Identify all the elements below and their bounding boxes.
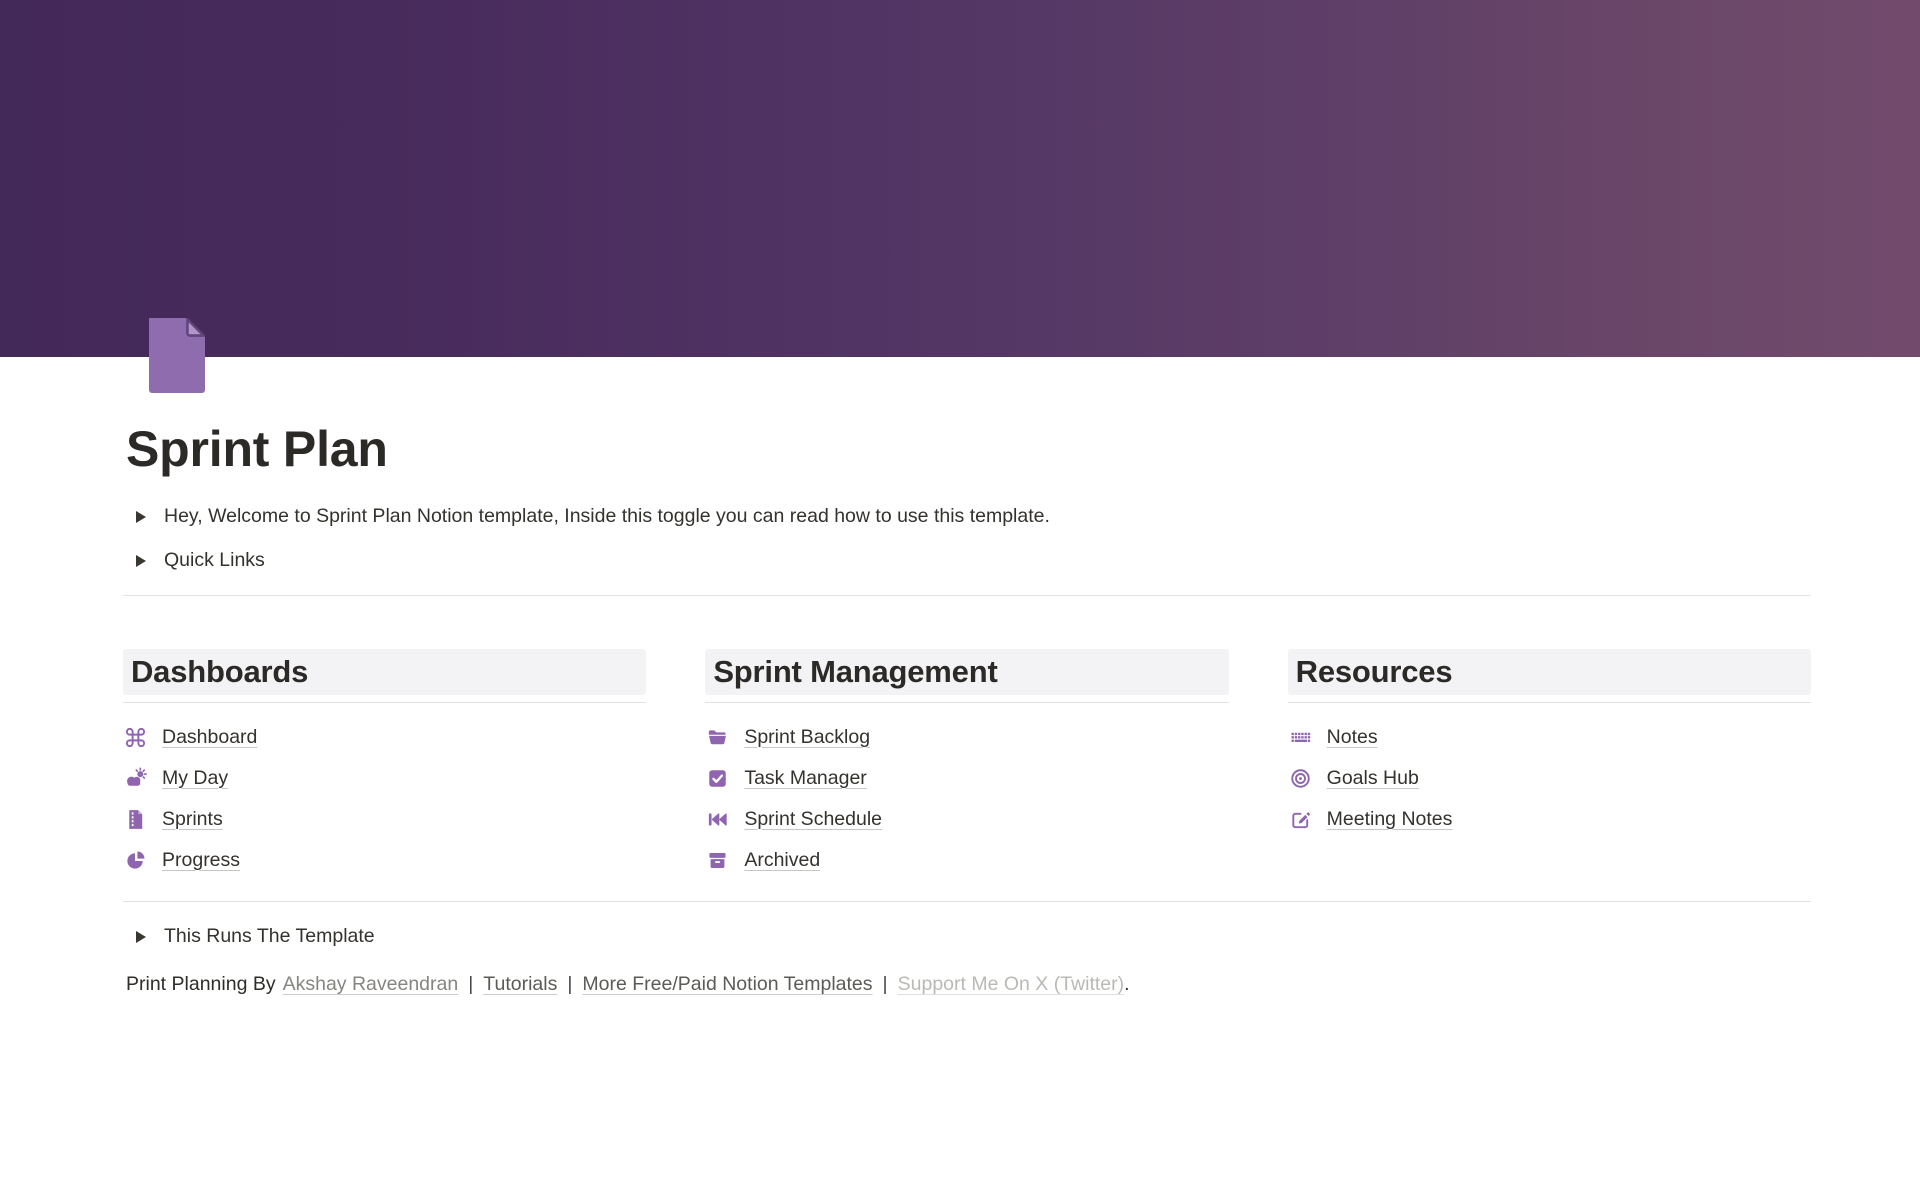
checked-checkbox-icon bbox=[705, 766, 730, 791]
link-label: Sprint Backlog bbox=[744, 726, 870, 749]
compose-edit-icon bbox=[1288, 807, 1313, 832]
link-item-goals-hub[interactable]: Goals Hub bbox=[1288, 758, 1811, 799]
rewind-icon bbox=[705, 807, 730, 832]
link-label: My Day bbox=[162, 767, 228, 790]
footer-separator: | bbox=[883, 973, 888, 996]
section-header-dashboards: Dashboards bbox=[123, 649, 646, 695]
open-folder-icon bbox=[705, 725, 730, 750]
sun-behind-cloud-icon bbox=[123, 766, 148, 791]
toggle-triangle-icon[interactable] bbox=[136, 555, 146, 567]
divider bbox=[1288, 702, 1811, 703]
footer-link-tutorials[interactable]: Tutorials bbox=[483, 973, 557, 996]
link-item-sprints[interactable]: Sprints bbox=[123, 799, 646, 840]
link-label: Notes bbox=[1327, 726, 1378, 749]
link-label: Progress bbox=[162, 849, 240, 872]
link-item-notes[interactable]: Notes bbox=[1288, 717, 1811, 758]
link-item-my-day[interactable]: My Day bbox=[123, 758, 646, 799]
command-icon bbox=[123, 725, 148, 750]
toggle-quick-links-text: Quick Links bbox=[164, 549, 265, 572]
toggle-triangle-icon[interactable] bbox=[136, 931, 146, 943]
footer-link-support-twitter[interactable]: Support Me On X (Twitter) bbox=[898, 973, 1125, 996]
link-label: Task Manager bbox=[744, 767, 866, 790]
footer-separator: | bbox=[567, 973, 572, 996]
cover-image bbox=[0, 0, 1920, 357]
footer-suffix: . bbox=[1124, 973, 1129, 996]
pie-chart-icon bbox=[123, 848, 148, 873]
column-resources: Resources Notes bbox=[1288, 649, 1811, 881]
link-label: Sprint Schedule bbox=[744, 808, 882, 831]
link-item-meeting-notes[interactable]: Meeting Notes bbox=[1288, 799, 1811, 840]
toggle-runs-template-text: This Runs The Template bbox=[164, 925, 375, 948]
toggle-runs-template[interactable]: This Runs The Template bbox=[123, 915, 1811, 959]
link-label: Sprints bbox=[162, 808, 223, 831]
toggle-welcome-text: Hey, Welcome to Sprint Plan Notion templ… bbox=[164, 505, 1050, 528]
column-dashboards: Dashboards Dashboard bbox=[123, 649, 646, 881]
link-item-progress[interactable]: Progress bbox=[123, 840, 646, 881]
divider bbox=[705, 702, 1228, 703]
section-header-resources: Resources bbox=[1288, 649, 1811, 695]
link-label: Dashboard bbox=[162, 726, 257, 749]
page-title[interactable]: Sprint Plan bbox=[126, 421, 1811, 479]
keyboard-icon bbox=[1288, 725, 1313, 750]
link-item-archived[interactable]: Archived bbox=[705, 840, 1228, 881]
link-item-dashboard[interactable]: Dashboard bbox=[123, 717, 646, 758]
columns: Dashboards Dashboard bbox=[123, 649, 1811, 881]
footer-prefix: Print Planning By bbox=[126, 973, 276, 996]
footer-separator: | bbox=[468, 973, 473, 996]
toggle-triangle-icon[interactable] bbox=[136, 511, 146, 523]
page-content: Sprint Plan Hey, Welcome to Sprint Plan … bbox=[123, 357, 1811, 1007]
target-icon bbox=[1288, 766, 1313, 791]
column-sprint-management: Sprint Management Sprint Backlog bbox=[705, 649, 1228, 881]
section-header-sprint-management: Sprint Management bbox=[705, 649, 1228, 695]
footer-link-more-templates[interactable]: More Free/Paid Notion Templates bbox=[582, 973, 872, 996]
archive-box-icon bbox=[705, 848, 730, 873]
link-item-task-manager[interactable]: Task Manager bbox=[705, 758, 1228, 799]
link-item-sprint-schedule[interactable]: Sprint Schedule bbox=[705, 799, 1228, 840]
footer-link-akshay-raveendran[interactable]: Akshay Raveendran bbox=[283, 973, 459, 996]
divider bbox=[123, 702, 646, 703]
link-label: Archived bbox=[744, 849, 820, 872]
divider bbox=[123, 901, 1811, 902]
link-label: Meeting Notes bbox=[1327, 808, 1453, 831]
footer-credits: Print Planning By Akshay Raveendran | Tutor… bbox=[126, 963, 1811, 1007]
toggle-welcome[interactable]: Hey, Welcome to Sprint Plan Notion templ… bbox=[123, 495, 1811, 539]
toggle-quick-links[interactable]: Quick Links bbox=[123, 539, 1811, 583]
link-item-sprint-backlog[interactable]: Sprint Backlog bbox=[705, 717, 1228, 758]
journal-page-icon bbox=[123, 807, 148, 832]
link-label: Goals Hub bbox=[1327, 767, 1419, 790]
divider bbox=[123, 595, 1811, 596]
